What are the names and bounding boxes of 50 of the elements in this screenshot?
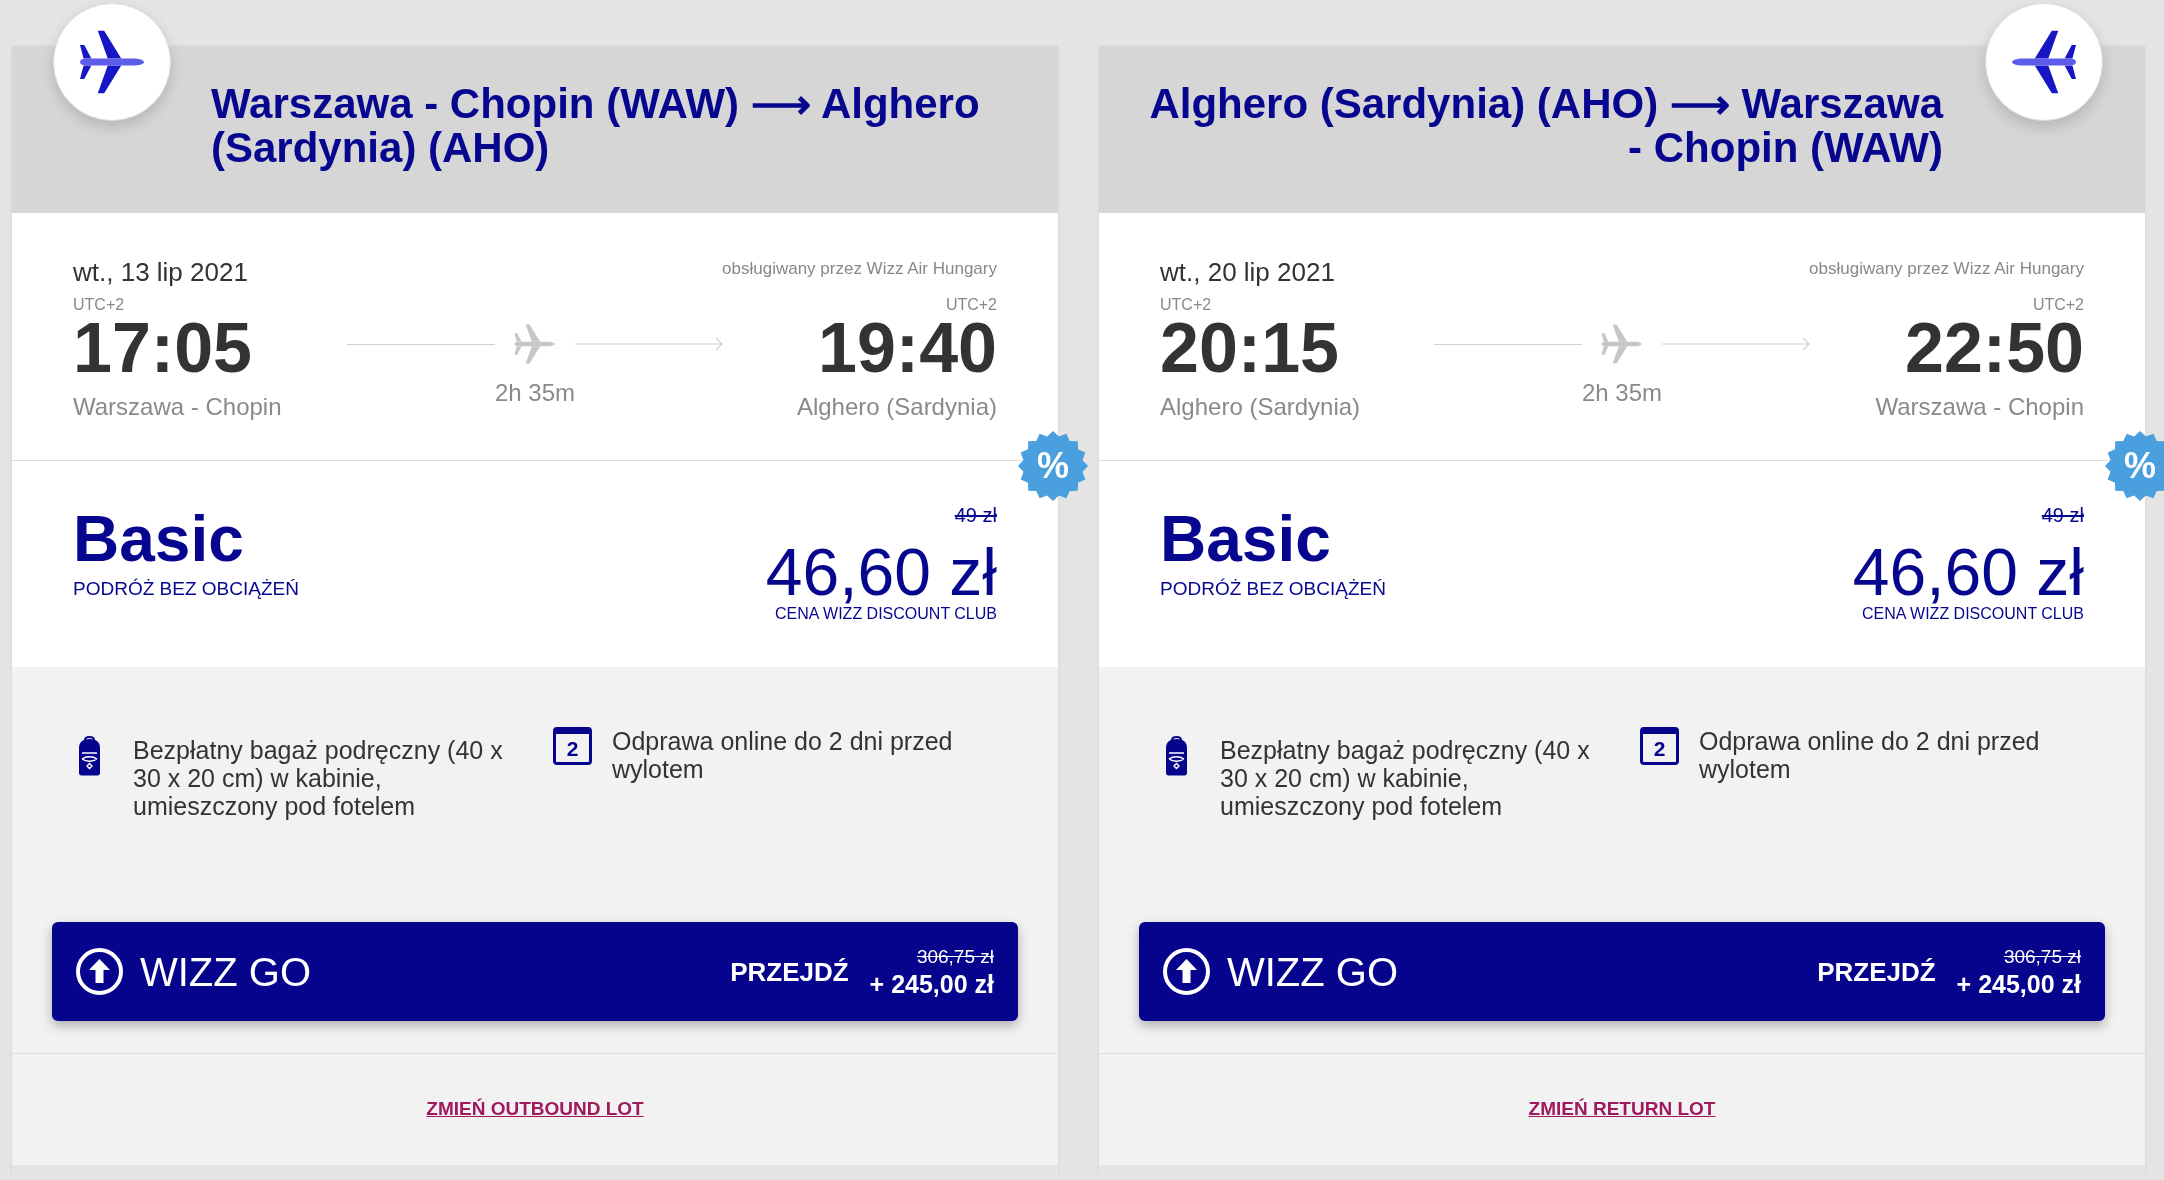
change-flight-link[interactable]: ZMIEŃ OUTBOUND LOT bbox=[426, 1095, 644, 1124]
departure-airport: Warszawa - Chopin bbox=[73, 393, 282, 421]
feature-text: Odprawa online do 2 dni przed wylotem bbox=[1699, 727, 2041, 783]
airplane-icon bbox=[2011, 30, 2077, 94]
departure-time: 17:05 bbox=[73, 313, 253, 383]
old-price: 49 zł bbox=[954, 503, 997, 527]
arrival-timezone: UTC+2 bbox=[2032, 297, 2084, 313]
discount-badge: % bbox=[2105, 431, 2164, 501]
old-upgrade-price: 306,75 zł bbox=[916, 944, 994, 969]
arrival-time: 19:40 bbox=[817, 313, 997, 383]
fare-subtitle: PODRÓŻ BEZ OBCIĄŻEŃ bbox=[1160, 578, 1386, 600]
up-arrow-circle-icon bbox=[76, 948, 123, 995]
flight-duration: 2h 35m bbox=[494, 379, 576, 407]
fare-subtitle: PODRÓŻ BEZ OBCIĄŻEŃ bbox=[73, 578, 299, 600]
fare-name: Basic bbox=[1160, 507, 1331, 571]
calendar-icon: 2 bbox=[1640, 727, 1679, 765]
arrival-timezone: UTC+2 bbox=[945, 297, 997, 313]
feature-text: Odprawa online do 2 dni przed wylotem bbox=[612, 727, 954, 783]
up-arrow-circle-icon bbox=[1163, 948, 1210, 995]
feature-text: Bezpłatny bagaż podręczny (40 x 30 x 20 cm) w kabinie, umieszczony pod fotelem bbox=[133, 736, 504, 820]
arrival-airport: Warszawa - Chopin bbox=[1875, 393, 2084, 421]
route-title: Alghero (Sardynia) (AHO) ⟶ Warszawa - Chopin (WAW) bbox=[1148, 82, 1943, 173]
upgrade-price: + 245,00 zł bbox=[869, 968, 994, 999]
flight-date: wt., 20 lip 2021 bbox=[1160, 257, 1335, 287]
arrival-airport: Alghero (Sardynia) bbox=[796, 393, 997, 421]
operator-text: obsługiwany przez Wizz Air Hungary bbox=[1809, 259, 2084, 279]
change-flight-link[interactable]: ZMIEŃ RETURN LOT bbox=[1528, 1095, 1716, 1124]
price-note: CENA WIZZ DISCOUNT CLUB bbox=[775, 605, 997, 623]
departure-time: 20:15 bbox=[1160, 313, 1340, 383]
upgrade-price: + 245,00 zł bbox=[1956, 968, 2081, 999]
discount-badge: % bbox=[1018, 431, 1088, 501]
departure-airport: Alghero (Sardynia) bbox=[1160, 393, 1361, 421]
departure-timezone: UTC+2 bbox=[73, 297, 125, 313]
old-upgrade-price: 306,75 zł bbox=[2003, 944, 2081, 969]
flight-date: wt., 13 lip 2021 bbox=[73, 257, 248, 287]
feature-text: Bezpłatny bagaż podręczny (40 x 30 x 20 cm) w kabinie, umieszczony pod fotelem bbox=[1220, 736, 1591, 820]
arrow-icon bbox=[1662, 337, 1810, 351]
departure-timezone: UTC+2 bbox=[1160, 297, 1212, 313]
flight-duration: 2h 35m bbox=[1581, 379, 1663, 407]
route-title: Warszawa - Chopin (WAW) ⟶ Alghero (Sardynia) (AHO) bbox=[211, 82, 981, 173]
airplane-icon bbox=[79, 30, 145, 94]
backpack-icon bbox=[79, 735, 100, 776]
arrow-icon bbox=[575, 337, 723, 351]
calendar-icon: 2 bbox=[553, 727, 592, 765]
old-price: 49 zł bbox=[2041, 503, 2084, 527]
price-note: CENA WIZZ DISCOUNT CLUB bbox=[1862, 605, 2084, 623]
backpack-icon bbox=[1166, 735, 1187, 776]
operator-text: obsługiwany przez Wizz Air Hungary bbox=[722, 259, 997, 279]
arrival-time: 22:50 bbox=[1904, 313, 2084, 383]
fare-name: Basic bbox=[73, 507, 244, 571]
